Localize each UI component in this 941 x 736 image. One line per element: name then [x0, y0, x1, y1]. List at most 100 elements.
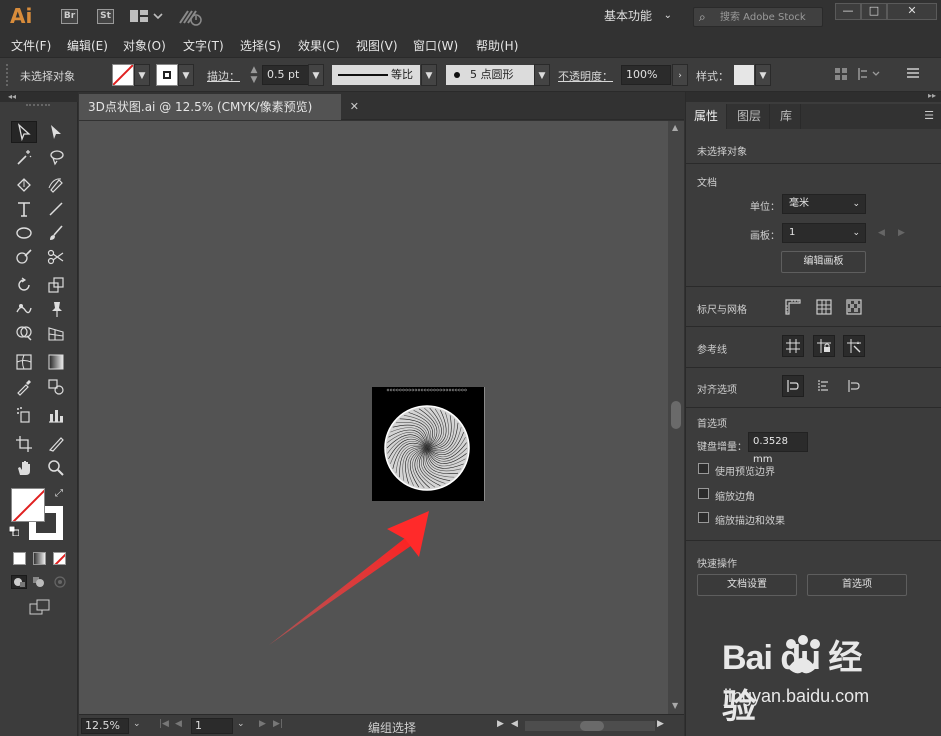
- gradient-mode-button[interactable]: [33, 552, 46, 565]
- lasso-tool[interactable]: [43, 146, 69, 168]
- stroke-weight-dropdown[interactable]: ▼: [308, 64, 324, 86]
- curvature-tool[interactable]: [43, 174, 69, 196]
- gradient-tool[interactable]: [43, 351, 69, 373]
- graphic-style-dropdown[interactable]: ▼: [755, 64, 771, 86]
- vertical-scrollbar[interactable]: ▲ ▼: [668, 121, 684, 714]
- hscroll-left-icon[interactable]: ◀: [511, 719, 518, 729]
- control-bar-grip[interactable]: [6, 64, 8, 86]
- maximize-button[interactable]: □: [861, 3, 887, 20]
- align-to-pixel-button[interactable]: [782, 375, 804, 397]
- brush-definition[interactable]: 5 点圆形: [446, 65, 534, 85]
- tab-layers[interactable]: 图层: [729, 104, 771, 129]
- zoom-tool[interactable]: [43, 457, 69, 479]
- arrange-documents-button[interactable]: [130, 9, 164, 24]
- align-to-artboard-button[interactable]: [843, 375, 865, 397]
- scroll-up-icon[interactable]: ▲: [672, 123, 678, 132]
- artboard[interactable]: [372, 387, 485, 501]
- color-mode-button[interactable]: [13, 552, 26, 565]
- menu-window[interactable]: 窗口(W): [413, 37, 458, 54]
- control-menu-button[interactable]: [904, 67, 922, 83]
- canvas[interactable]: [79, 121, 668, 714]
- pen-tool[interactable]: [11, 174, 37, 196]
- previous-artboard-icon[interactable]: ◀: [878, 228, 885, 238]
- menu-help[interactable]: 帮助(H): [476, 37, 518, 54]
- units-dropdown[interactable]: 毫米 ⌄: [782, 194, 866, 214]
- smart-guides-button[interactable]: [843, 335, 865, 357]
- none-mode-button[interactable]: [53, 552, 66, 565]
- opacity-dropdown[interactable]: ›: [672, 64, 688, 86]
- opacity-label[interactable]: 不透明度：: [558, 68, 613, 84]
- stroke-color-dropdown[interactable]: ▼: [178, 64, 194, 86]
- minimize-button[interactable]: —: [835, 3, 861, 20]
- align-to-key-object-button[interactable]: [813, 375, 835, 397]
- show-rulers-button[interactable]: [782, 296, 804, 318]
- stock-search[interactable]: ⌕: [693, 7, 823, 27]
- draw-inside-button[interactable]: [53, 576, 67, 588]
- panel-menu-icon[interactable]: ☰: [924, 109, 934, 122]
- menu-object[interactable]: 对象(O): [123, 37, 166, 54]
- slice-tool[interactable]: [43, 433, 69, 455]
- menu-file[interactable]: 文件(F): [11, 37, 51, 54]
- fill-swatch[interactable]: [112, 64, 134, 86]
- document-setup-button[interactable]: 文档设置: [697, 574, 797, 596]
- rotate-tool[interactable]: [11, 274, 37, 296]
- menu-view[interactable]: 视图(V): [356, 37, 398, 54]
- key-increment-field[interactable]: 0.3528 mm: [748, 432, 808, 465]
- artboard-tool[interactable]: [11, 433, 37, 455]
- show-grid-button[interactable]: [813, 296, 835, 318]
- fill-color-box[interactable]: [11, 488, 45, 522]
- first-artboard-icon[interactable]: |◀: [159, 719, 169, 729]
- shaper-tool[interactable]: [11, 246, 37, 268]
- tab-libraries[interactable]: 库: [772, 104, 802, 129]
- ellipse-tool[interactable]: [11, 222, 37, 244]
- scale-strokes-checkbox[interactable]: [698, 512, 709, 523]
- swap-fill-stroke-icon[interactable]: ⤢: [55, 488, 63, 499]
- bridge-button[interactable]: Br: [61, 9, 78, 24]
- use-preview-bounds-checkbox[interactable]: [698, 463, 709, 474]
- next-artboard-icon[interactable]: ▶: [259, 719, 266, 729]
- preferences-button[interactable]: 首选项: [807, 574, 907, 596]
- menu-effect[interactable]: 效果(C): [298, 37, 340, 54]
- artboard-dropdown-icon[interactable]: ⌄: [237, 719, 245, 729]
- show-transparency-grid-button[interactable]: [843, 296, 865, 318]
- profile-dropdown[interactable]: ▼: [421, 64, 437, 86]
- stock-search-input[interactable]: [720, 9, 820, 25]
- perspective-grid-tool[interactable]: [43, 322, 69, 344]
- stroke-weight-field[interactable]: 0.5 pt: [262, 65, 310, 85]
- tools-collapse-button[interactable]: ◂◂: [0, 92, 78, 102]
- gpu-performance-button[interactable]: [178, 7, 204, 27]
- scale-tool[interactable]: [43, 274, 69, 296]
- graphic-style-swatch[interactable]: [734, 65, 754, 85]
- eyedropper-tool[interactable]: [11, 376, 37, 398]
- magic-wand-tool[interactable]: [11, 146, 37, 168]
- hand-tool[interactable]: [11, 457, 37, 479]
- hscroll-right-icon[interactable]: ▶: [657, 719, 664, 729]
- close-document-icon[interactable]: ✕: [350, 94, 359, 120]
- puppet-warp-tool[interactable]: [43, 298, 69, 320]
- workspace-switcher[interactable]: 基本功能 ⌄: [596, 5, 678, 27]
- type-tool[interactable]: [11, 198, 37, 220]
- default-fill-stroke-icon[interactable]: [8, 525, 20, 537]
- align-options-button[interactable]: [857, 67, 881, 83]
- next-artboard-icon[interactable]: ▶: [898, 228, 905, 238]
- warp-tool[interactable]: [11, 298, 37, 320]
- last-artboard-icon[interactable]: ▶|: [273, 719, 283, 729]
- paintbrush-tool[interactable]: [43, 222, 69, 244]
- fill-dropdown[interactable]: ▼: [134, 64, 150, 86]
- edit-artboards-button[interactable]: 编辑画板: [781, 251, 866, 273]
- menu-edit[interactable]: 编辑(E): [67, 37, 108, 54]
- artboard-dropdown[interactable]: 1 ⌄: [782, 223, 866, 243]
- draw-normal-button[interactable]: [11, 575, 27, 589]
- stroke-swatch[interactable]: [156, 64, 178, 86]
- lock-guides-button[interactable]: [813, 335, 835, 357]
- direct-selection-tool[interactable]: [43, 121, 69, 143]
- zoom-field[interactable]: 12.5%: [81, 718, 129, 734]
- opacity-field[interactable]: 100%: [621, 65, 671, 85]
- tab-properties[interactable]: 属性: [686, 104, 728, 129]
- shape-builder-tool[interactable]: [11, 322, 37, 344]
- change-screen-mode-button[interactable]: [29, 599, 51, 615]
- status-menu-icon[interactable]: ▶: [497, 719, 504, 729]
- menu-type[interactable]: 文字(T): [183, 37, 224, 54]
- menu-select[interactable]: 选择(S): [240, 37, 281, 54]
- artboard-number-field[interactable]: 1: [191, 718, 233, 734]
